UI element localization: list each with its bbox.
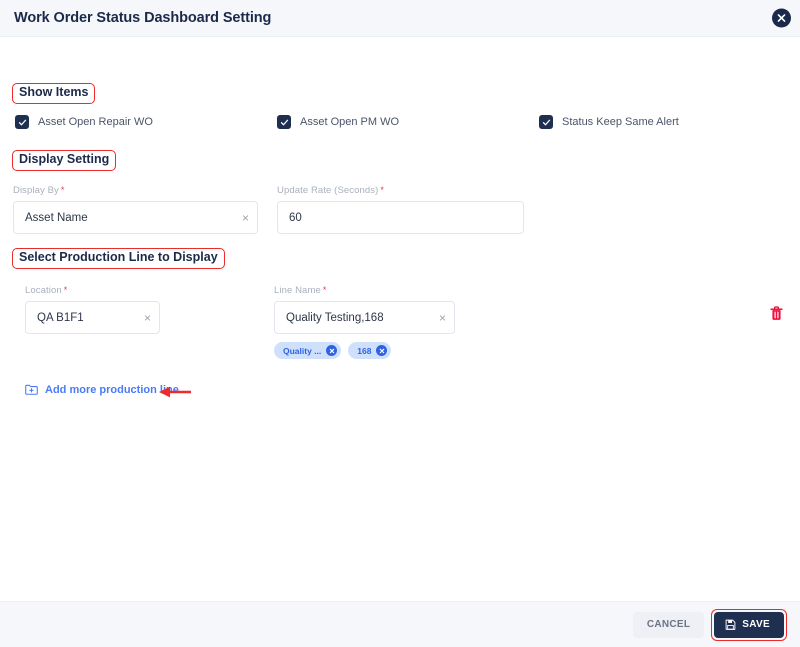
section-heading-select-production-line: Select Production Line to Display bbox=[12, 248, 225, 269]
cancel-button[interactable]: CANCEL bbox=[632, 611, 705, 638]
checkbox-label: Asset Open Repair WO bbox=[38, 116, 153, 128]
field-label-text: Display By bbox=[13, 185, 59, 196]
save-button[interactable]: SAVE bbox=[714, 611, 784, 638]
required-marker: * bbox=[63, 285, 68, 295]
field-label-update-rate: Update Rate (Seconds) * bbox=[277, 185, 524, 196]
field-label-display-by: Display By * bbox=[13, 185, 258, 196]
save-button-wrap: SAVE bbox=[711, 608, 787, 641]
display-by-value: Asset Name bbox=[25, 211, 88, 224]
chip-label: Quality ... bbox=[283, 345, 322, 356]
field-line-name: Line Name * Quality Testing,168 × Quality… bbox=[274, 285, 455, 359]
dialog-title: Work Order Status Dashboard Setting bbox=[14, 10, 272, 26]
line-name-chip-list: Quality ... 168 bbox=[274, 342, 455, 359]
clear-icon[interactable]: × bbox=[433, 312, 446, 324]
save-button-label: SAVE bbox=[742, 619, 770, 630]
section-heading-display-setting-wrap: Display Setting bbox=[12, 150, 117, 171]
dialog-header: Work Order Status Dashboard Setting bbox=[0, 0, 800, 37]
work-order-status-dashboard-setting-dialog: Work Order Status Dashboard Setting Show… bbox=[0, 0, 800, 647]
checkbox-status-keep-same-alert[interactable]: Status Keep Same Alert bbox=[539, 115, 779, 129]
section-heading-production-line-wrap: Select Production Line to Display bbox=[12, 248, 225, 269]
required-marker: * bbox=[380, 185, 384, 195]
update-rate-value: 60 bbox=[289, 211, 302, 224]
clear-icon[interactable]: × bbox=[138, 312, 151, 324]
field-label-line-name: Line Name * bbox=[274, 285, 455, 296]
checkbox-icon[interactable] bbox=[15, 115, 29, 129]
update-rate-input[interactable]: 60 bbox=[277, 201, 524, 234]
location-input[interactable]: QA B1F1 × bbox=[25, 301, 160, 334]
clear-icon[interactable]: × bbox=[236, 212, 249, 224]
checkbox-asset-open-repair-wo[interactable]: Asset Open Repair WO bbox=[15, 115, 277, 129]
required-marker: * bbox=[322, 285, 327, 295]
location-value: QA B1F1 bbox=[37, 311, 84, 324]
field-label-text: Location bbox=[25, 285, 62, 296]
save-disk-icon bbox=[725, 619, 736, 630]
required-marker: * bbox=[60, 185, 65, 195]
chip-label: 168 bbox=[357, 345, 372, 356]
line-name-input[interactable]: Quality Testing,168 × bbox=[274, 301, 455, 334]
add-more-production-line-button[interactable]: Add more production line bbox=[25, 384, 179, 396]
field-location: Location * QA B1F1 × bbox=[25, 285, 160, 334]
field-label-location: Location * bbox=[25, 285, 160, 296]
chip-remove-icon[interactable] bbox=[376, 345, 388, 356]
show-items-checkbox-row: Asset Open Repair WO Asset Open PM WO St… bbox=[0, 115, 800, 129]
trash-icon bbox=[770, 306, 783, 320]
line-name-value: Quality Testing,168 bbox=[286, 311, 384, 324]
field-update-rate: Update Rate (Seconds) * 60 bbox=[277, 185, 524, 234]
checkbox-asset-open-pm-wo[interactable]: Asset Open PM WO bbox=[277, 115, 539, 129]
annotation-arrow-icon bbox=[158, 385, 192, 399]
chip-quality-testing[interactable]: Quality ... bbox=[274, 342, 342, 359]
close-icon[interactable] bbox=[772, 8, 791, 28]
section-heading-show-items-wrap: Show Items bbox=[12, 83, 96, 104]
section-heading-show-items: Show Items bbox=[12, 83, 96, 104]
checkbox-icon[interactable] bbox=[277, 115, 291, 129]
checkbox-label: Asset Open PM WO bbox=[300, 116, 400, 128]
chip-remove-icon[interactable] bbox=[326, 345, 338, 356]
checkbox-icon[interactable] bbox=[539, 115, 553, 129]
checkbox-label: Status Keep Same Alert bbox=[562, 116, 679, 128]
field-label-text: Line Name bbox=[274, 285, 321, 296]
delete-production-line-button[interactable] bbox=[770, 306, 783, 326]
field-display-by: Display By * Asset Name × bbox=[13, 185, 258, 234]
section-heading-display-setting: Display Setting bbox=[12, 150, 117, 171]
dialog-body: Show Items Asset Open Repair WO Asset Op… bbox=[0, 37, 800, 601]
dialog-footer: CANCEL SAVE bbox=[0, 601, 800, 647]
folder-plus-icon bbox=[25, 384, 38, 396]
field-label-text: Update Rate (Seconds) bbox=[277, 185, 379, 196]
chip-168[interactable]: 168 bbox=[348, 342, 392, 359]
display-by-input[interactable]: Asset Name × bbox=[13, 201, 258, 234]
